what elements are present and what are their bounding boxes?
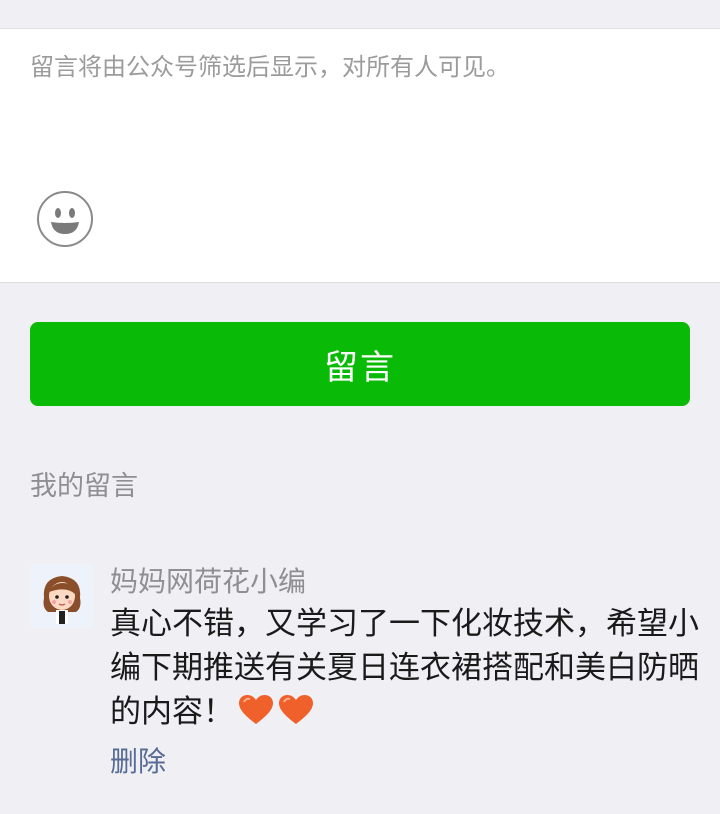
comment-text: 真心不错，又学习了一下化妆技术，希望小编下期推送有关夏日连衣裙搭配和美白防晒的内… [110,606,699,730]
delete-comment-link[interactable]: 删除 [110,740,166,780]
comment-textarea[interactable] [30,47,690,187]
top-strip [0,0,720,29]
smiley-face-icon[interactable] [37,191,93,247]
comment-content: 真心不错，又学习了一下化妆技术，希望小编下期推送有关夏日连衣裙搭配和美白防晒的内… [110,602,700,734]
my-comments-title: 我的留言 [30,471,138,502]
comment-nickname: 妈妈网荷花小编 [110,565,307,598]
comment-input-panel [0,29,720,283]
submit-comment-button[interactable]: 留言 [30,322,690,406]
avatar [30,564,94,628]
heart-icon [279,695,313,724]
heart-icon [239,695,273,724]
